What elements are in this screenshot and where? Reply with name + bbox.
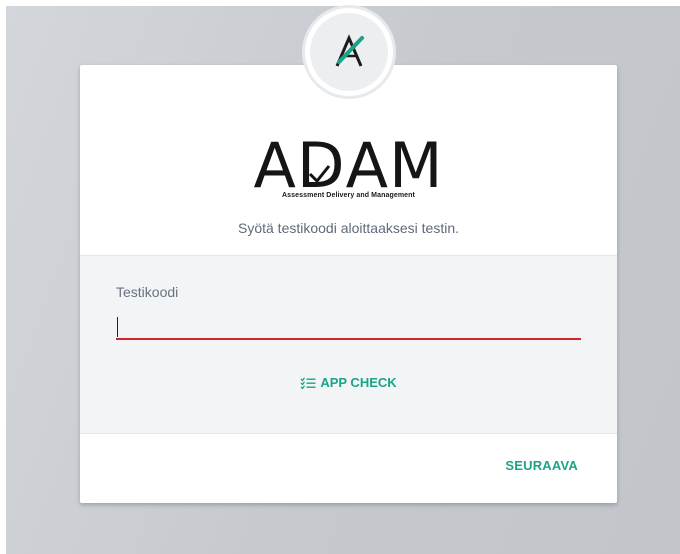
brand-letter-a: A: [253, 129, 297, 202]
brand-letter-d: D: [296, 129, 346, 202]
test-code-label: Testikoodi: [116, 284, 179, 300]
adam-check-logo-icon: [335, 34, 364, 67]
card-footer: SEURAAVA: [80, 434, 617, 503]
brand-letter-a2: A: [345, 129, 390, 202]
logo-badge: [302, 5, 396, 99]
app-check-label: APP CHECK: [320, 375, 397, 390]
login-card: A D A M Assessment Delivery and Manageme…: [80, 65, 617, 503]
text-caret: [117, 317, 118, 337]
code-entry-section: Testikoodi APP CHECK: [80, 255, 617, 434]
check-mark-icon: [308, 165, 331, 184]
brand-logo: A D A M: [80, 133, 617, 197]
next-button[interactable]: SEURAAVA: [505, 458, 578, 473]
checklist-icon: [300, 376, 316, 389]
brand-tagline: Assessment Delivery and Management: [282, 192, 415, 199]
brand-letter-m: M: [389, 129, 444, 202]
brand-title: A D A M: [253, 133, 443, 197]
instruction-text: Syötä testikoodi aloittaaksesi testin.: [237, 220, 459, 236]
app-check-button[interactable]: APP CHECK: [80, 375, 617, 392]
test-code-input[interactable]: [116, 314, 581, 340]
